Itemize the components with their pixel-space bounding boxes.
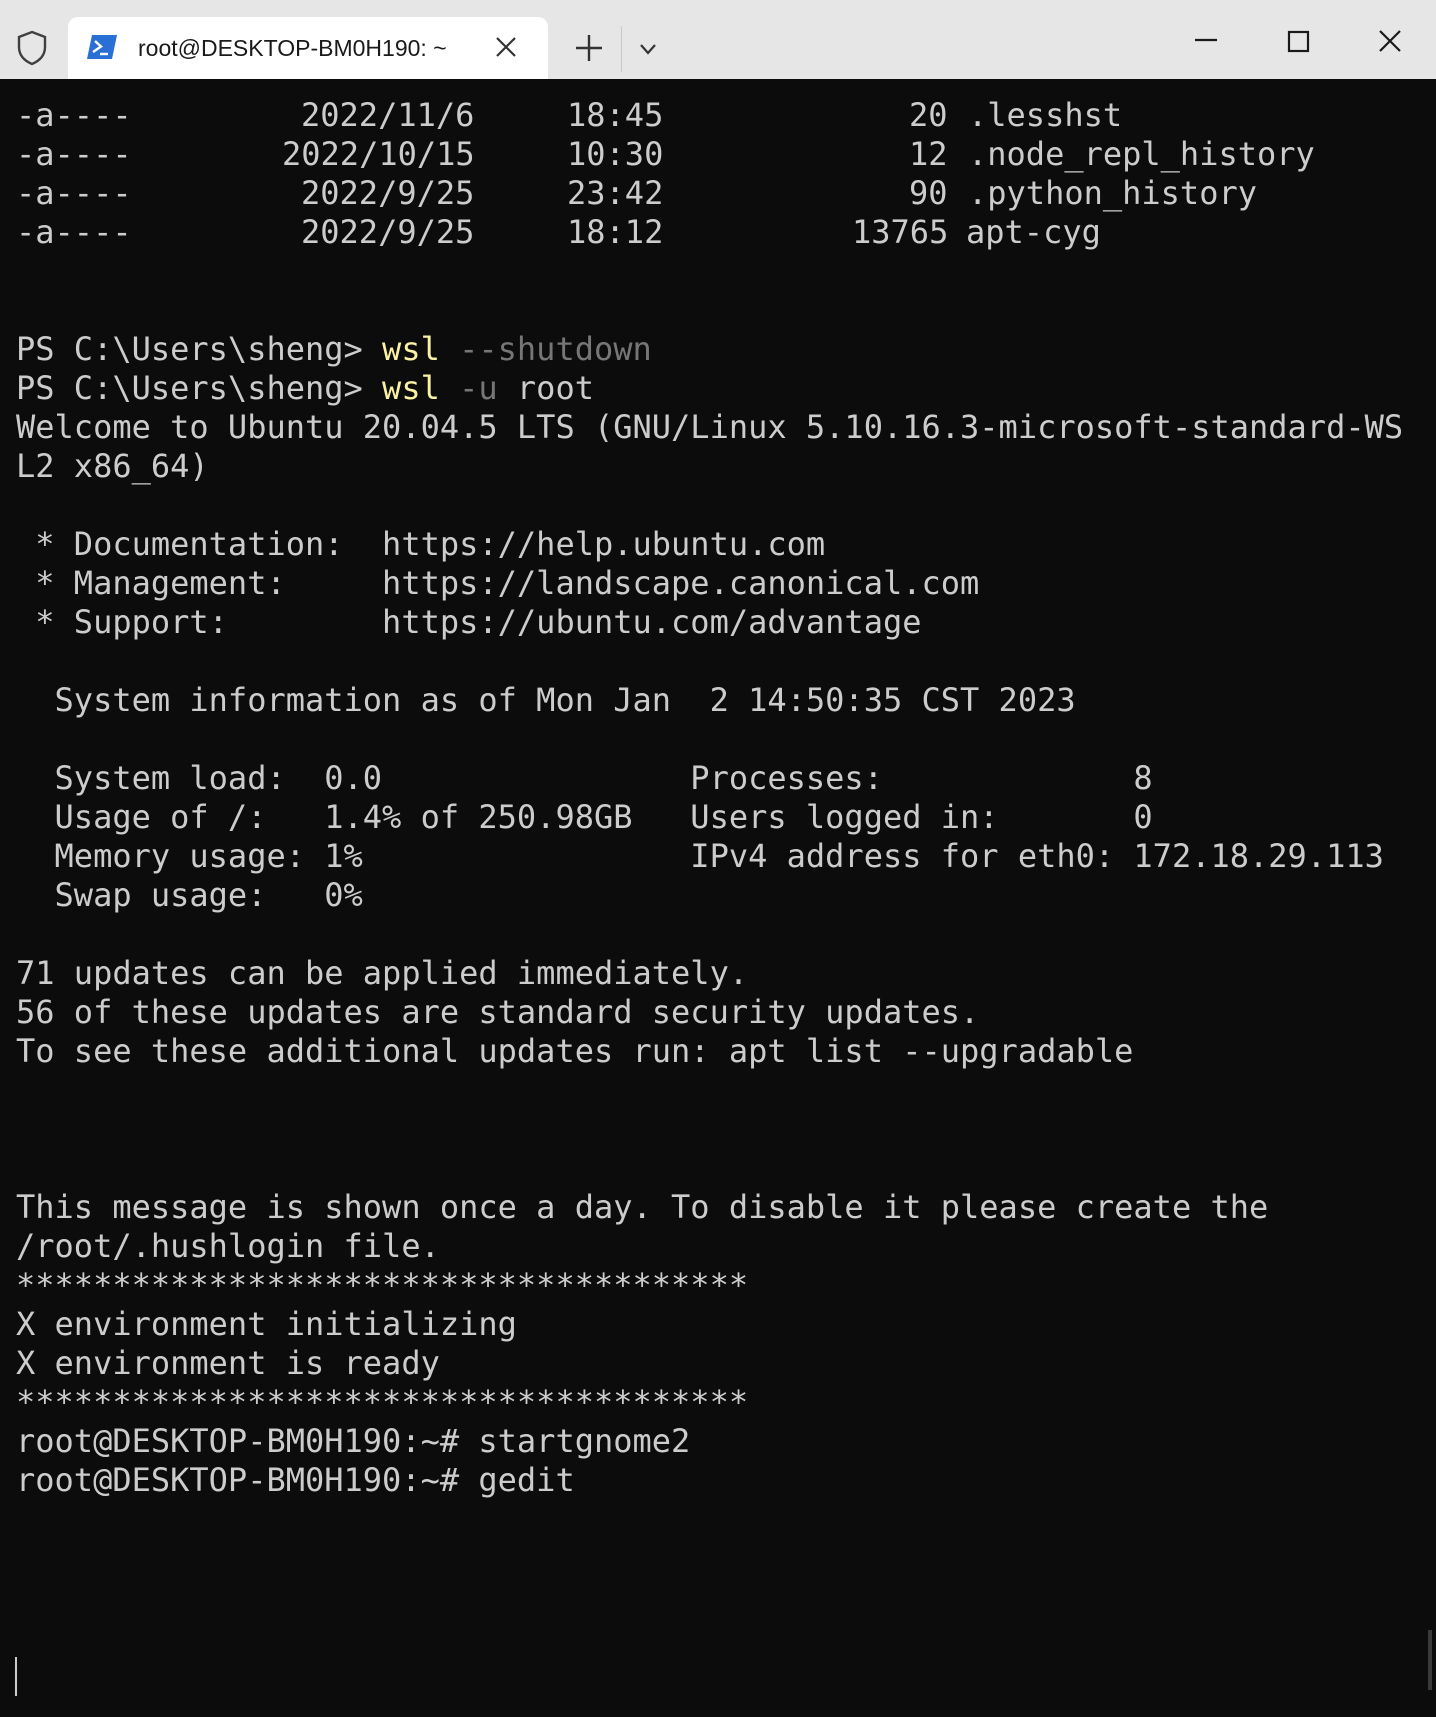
file-size: 90 [909, 174, 948, 212]
sysinfo-line: System load: 0.0 Processes: 8 [16, 759, 1153, 797]
close-icon[interactable] [492, 33, 520, 61]
root-command-line: root@DESKTOP-BM0H190:~# gedit [16, 1461, 575, 1499]
file-date: 2022/11/6 [301, 96, 475, 134]
file-name: .lesshst [968, 96, 1123, 134]
file-name: .node_repl_history [968, 135, 1315, 173]
help-link-line[interactable]: * Documentation: https://help.ubuntu.com [16, 525, 825, 564]
updates-line: 56 of these updates are standard securit… [16, 993, 980, 1031]
file-mode: -a---- [16, 174, 132, 212]
welcome-line: Welcome to Ubuntu 20.04.5 LTS (GNU/Linux… [16, 408, 1404, 446]
tab-title: root@DESKTOP-BM0H190: ~ [138, 35, 447, 61]
file-mode: -a---- [16, 135, 132, 173]
powershell-icon [87, 35, 117, 59]
title-bar: root@DESKTOP-BM0H190: ~ [0, 0, 1436, 79]
xenv-line: ************************************** [16, 1383, 749, 1421]
file-size: 13765 [852, 213, 949, 251]
ps-argument: root [497, 369, 594, 407]
file-mode: -a---- [16, 96, 132, 134]
file-date: 2022/9/25 [301, 213, 475, 251]
file-size: 12 [909, 135, 948, 173]
updates-line: To see these additional updates run: apt… [16, 1032, 1134, 1070]
sysinfo-line: Swap usage: 0% [16, 876, 363, 914]
help-link-line[interactable]: * Support: https://ubuntu.com/advantage [16, 603, 921, 642]
ps-command-line: PS C:\Users\sheng> wsl --shutdown [16, 330, 652, 369]
sysinfo-line: Usage of /: 1.4% of 250.98GB Users logge… [16, 798, 1153, 836]
terminal-tab[interactable]: root@DESKTOP-BM0H190: ~ [68, 17, 548, 79]
ps-prompt: PS C:\Users\sheng> [16, 330, 383, 368]
file-time: 18:45 [567, 96, 664, 134]
plus-icon[interactable] [574, 33, 604, 63]
motd-line: /root/.hushlogin file. [16, 1227, 440, 1265]
xenv-line: X environment is ready [16, 1344, 440, 1382]
ps-argument: --shutdown [439, 330, 652, 368]
sysinfo-header: System information as of Mon Jan 2 14:50… [16, 681, 1076, 719]
help-link-line[interactable]: * Management: https://landscape.canonica… [16, 564, 979, 603]
shield-icon[interactable] [16, 30, 48, 66]
close-icon[interactable] [1360, 22, 1420, 62]
chevron-down-icon[interactable] [637, 38, 659, 60]
text-cursor [15, 1657, 17, 1696]
file-time: 18:12 [567, 213, 664, 251]
maximize-icon[interactable] [1268, 22, 1328, 62]
file-date: 2022/10/15 [282, 135, 475, 173]
sysinfo-line: Memory usage: 1% IPv4 address for eth0: … [16, 837, 1384, 875]
welcome-line: L2 x86_64) [16, 447, 209, 485]
ps-parameter: -u [439, 369, 498, 407]
minimize-icon[interactable] [1176, 22, 1236, 62]
ps-prompt: PS C:\Users\sheng> [16, 369, 383, 407]
motd-line: This message is shown once a day. To dis… [16, 1188, 1269, 1226]
file-time: 10:30 [567, 135, 664, 173]
tab-separator [621, 26, 622, 72]
file-size: 20 [909, 96, 948, 134]
root-command-line: root@DESKTOP-BM0H190:~# startgnome2 [16, 1422, 691, 1460]
ps-command: wsl [382, 330, 440, 368]
ps-command-line: PS C:\Users\sheng> wsl -u root [16, 369, 594, 408]
file-name: .python_history [968, 174, 1257, 212]
xenv-line: ************************************** [16, 1266, 749, 1304]
file-date: 2022/9/25 [301, 174, 475, 212]
xenv-line: X environment initializing [16, 1305, 517, 1343]
ps-command: wsl [382, 369, 440, 407]
file-time: 23:42 [567, 174, 664, 212]
updates-line: 71 updates can be applied immediately. [16, 954, 749, 992]
terminal-output[interactable]: -a---- 2022/11/6 18:45 20 .lesshst -a---… [0, 79, 1436, 1717]
file-mode: -a---- [16, 213, 132, 251]
file-name: apt-cyg [966, 213, 1101, 251]
scrollbar-thumb[interactable] [1428, 1630, 1432, 1690]
